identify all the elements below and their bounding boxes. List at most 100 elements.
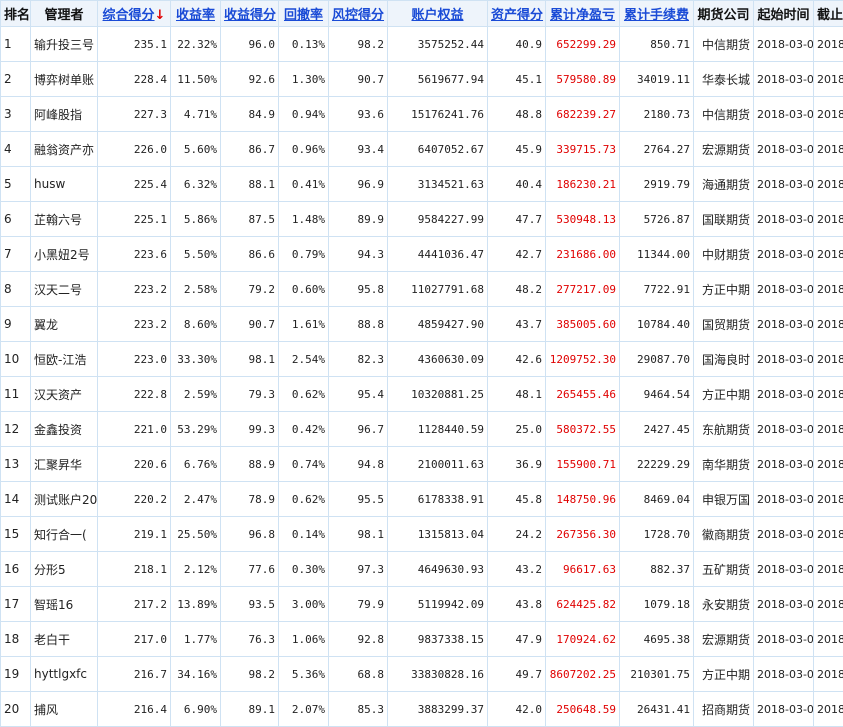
header-equity[interactable]: 账户权益: [388, 1, 488, 27]
cell-manager[interactable]: 芷翰六号: [31, 202, 98, 237]
cell-end-time: 2018-03-19: [814, 167, 843, 202]
table-row: 6芷翰六号225.15.86%87.51.48%89.99584227.9947…: [1, 202, 843, 237]
table-row: 7小黑妞2号223.65.50%86.60.79%94.34441036.474…: [1, 237, 843, 272]
cell-manager[interactable]: 汇聚昇华: [31, 447, 98, 482]
cell-equity: 15176241.76: [388, 97, 488, 132]
cell-drawdown: 0.14%: [279, 517, 329, 552]
sort-link-return-rate[interactable]: 收益率: [176, 8, 215, 23]
cell-asset-score: 48.8: [488, 97, 546, 132]
cell-start-time: 2018-03-01: [754, 342, 814, 377]
cell-return-rate: 2.58%: [171, 272, 221, 307]
sort-link-drawdown[interactable]: 回撤率: [284, 8, 323, 23]
cell-asset-score: 40.4: [488, 167, 546, 202]
cell-fees: 4695.38: [620, 622, 694, 657]
cell-manager[interactable]: 知行合一(: [31, 517, 98, 552]
table-row: 15知行合一(219.125.50%96.80.14%98.11315813.0…: [1, 517, 843, 552]
cell-start-time: 2018-03-01: [754, 482, 814, 517]
cell-manager[interactable]: 智瑶16: [31, 587, 98, 622]
sort-link-return-score[interactable]: 收益得分: [224, 8, 276, 23]
header-risk-score[interactable]: 风控得分: [329, 1, 388, 27]
table-row: 2博弈树单账228.411.50%92.61.30%90.75619677.94…: [1, 62, 843, 97]
header-return-score[interactable]: 收益得分: [221, 1, 279, 27]
cell-start-time: 2018-03-01: [754, 377, 814, 412]
cell-return-rate: 53.29%: [171, 412, 221, 447]
cell-futures-company: 南华期货: [694, 447, 754, 482]
cell-start-time: 2018-03-01: [754, 97, 814, 132]
cell-manager[interactable]: 汉天二号: [31, 272, 98, 307]
cell-manager[interactable]: 恒欧-江浩: [31, 342, 98, 377]
sort-link-net-profit[interactable]: 累计净盈亏: [550, 8, 615, 23]
cell-manager[interactable]: 老白干: [31, 622, 98, 657]
cell-return-rate: 33.30%: [171, 342, 221, 377]
cell-return-rate: 5.50%: [171, 237, 221, 272]
cell-equity: 6178338.91: [388, 482, 488, 517]
header-fees[interactable]: 累计手续费: [620, 1, 694, 27]
cell-end-time: 2018-03-19: [814, 27, 843, 62]
cell-equity: 6407052.67: [388, 132, 488, 167]
cell-fees: 850.71: [620, 27, 694, 62]
cell-end-time: 2018-03-19: [814, 237, 843, 272]
cell-manager[interactable]: 分形5: [31, 552, 98, 587]
cell-asset-score: 43.2: [488, 552, 546, 587]
cell-overall-score: 225.1: [98, 202, 171, 237]
table-row: 13汇聚昇华220.66.76%88.90.74%94.82100011.633…: [1, 447, 843, 482]
cell-overall-score: 223.2: [98, 272, 171, 307]
sort-desc-icon[interactable]: ↓: [155, 8, 166, 23]
header-asset-score[interactable]: 资产得分: [488, 1, 546, 27]
cell-manager[interactable]: hyttlgxfc: [31, 657, 98, 692]
sort-link-risk-score[interactable]: 风控得分: [332, 8, 384, 23]
cell-manager[interactable]: 汉天资产: [31, 377, 98, 412]
header-futures-company: 期货公司: [694, 1, 754, 27]
cell-asset-score: 43.8: [488, 587, 546, 622]
cell-equity: 4649630.93: [388, 552, 488, 587]
cell-asset-score: 45.9: [488, 132, 546, 167]
cell-futures-company: 方正中期: [694, 657, 754, 692]
cell-drawdown: 1.48%: [279, 202, 329, 237]
cell-manager[interactable]: 输升投三号: [31, 27, 98, 62]
cell-rank: 18: [1, 622, 31, 657]
cell-rank: 2: [1, 62, 31, 97]
cell-manager[interactable]: husw: [31, 167, 98, 202]
sort-link-equity[interactable]: 账户权益: [411, 8, 463, 23]
cell-asset-score: 36.9: [488, 447, 546, 482]
cell-futures-company: 宏源期货: [694, 622, 754, 657]
cell-manager[interactable]: 阿峰股指: [31, 97, 98, 132]
header-return-rate[interactable]: 收益率: [171, 1, 221, 27]
cell-net-profit: 339715.73: [546, 132, 620, 167]
header-end-time: 截止时间: [814, 1, 843, 27]
cell-manager[interactable]: 测试账户20: [31, 482, 98, 517]
cell-fees: 10784.40: [620, 307, 694, 342]
sort-link-asset-score[interactable]: 资产得分: [491, 8, 543, 23]
cell-net-profit: 385005.60: [546, 307, 620, 342]
sort-link-fees[interactable]: 累计手续费: [624, 8, 689, 23]
cell-start-time: 2018-03-01: [754, 657, 814, 692]
sort-link-overall-score[interactable]: 综合得分: [103, 8, 155, 23]
cell-overall-score: 218.1: [98, 552, 171, 587]
cell-asset-score: 42.6: [488, 342, 546, 377]
cell-drawdown: 0.94%: [279, 97, 329, 132]
header-drawdown[interactable]: 回撤率: [279, 1, 329, 27]
cell-manager[interactable]: 小黑妞2号: [31, 237, 98, 272]
cell-net-profit: 96617.63: [546, 552, 620, 587]
cell-manager[interactable]: 博弈树单账: [31, 62, 98, 97]
cell-manager[interactable]: 翼龙: [31, 307, 98, 342]
cell-futures-company: 华泰长城: [694, 62, 754, 97]
cell-manager[interactable]: 金鑫投资: [31, 412, 98, 447]
header-net-profit[interactable]: 累计净盈亏: [546, 1, 620, 27]
cell-fees: 8469.04: [620, 482, 694, 517]
cell-return-rate: 1.77%: [171, 622, 221, 657]
cell-overall-score: 220.2: [98, 482, 171, 517]
cell-return-rate: 4.71%: [171, 97, 221, 132]
cell-start-time: 2018-03-01: [754, 552, 814, 587]
cell-rank: 12: [1, 412, 31, 447]
cell-rank: 20: [1, 692, 31, 727]
cell-return-rate: 5.86%: [171, 202, 221, 237]
cell-return-score: 87.5: [221, 202, 279, 237]
cell-return-score: 92.6: [221, 62, 279, 97]
cell-net-profit: 8607202.25: [546, 657, 620, 692]
cell-fees: 9464.54: [620, 377, 694, 412]
cell-drawdown: 1.61%: [279, 307, 329, 342]
header-overall-score[interactable]: 综合得分↓: [98, 1, 171, 27]
cell-manager[interactable]: 融翁资产亦: [31, 132, 98, 167]
cell-manager[interactable]: 捕风: [31, 692, 98, 727]
